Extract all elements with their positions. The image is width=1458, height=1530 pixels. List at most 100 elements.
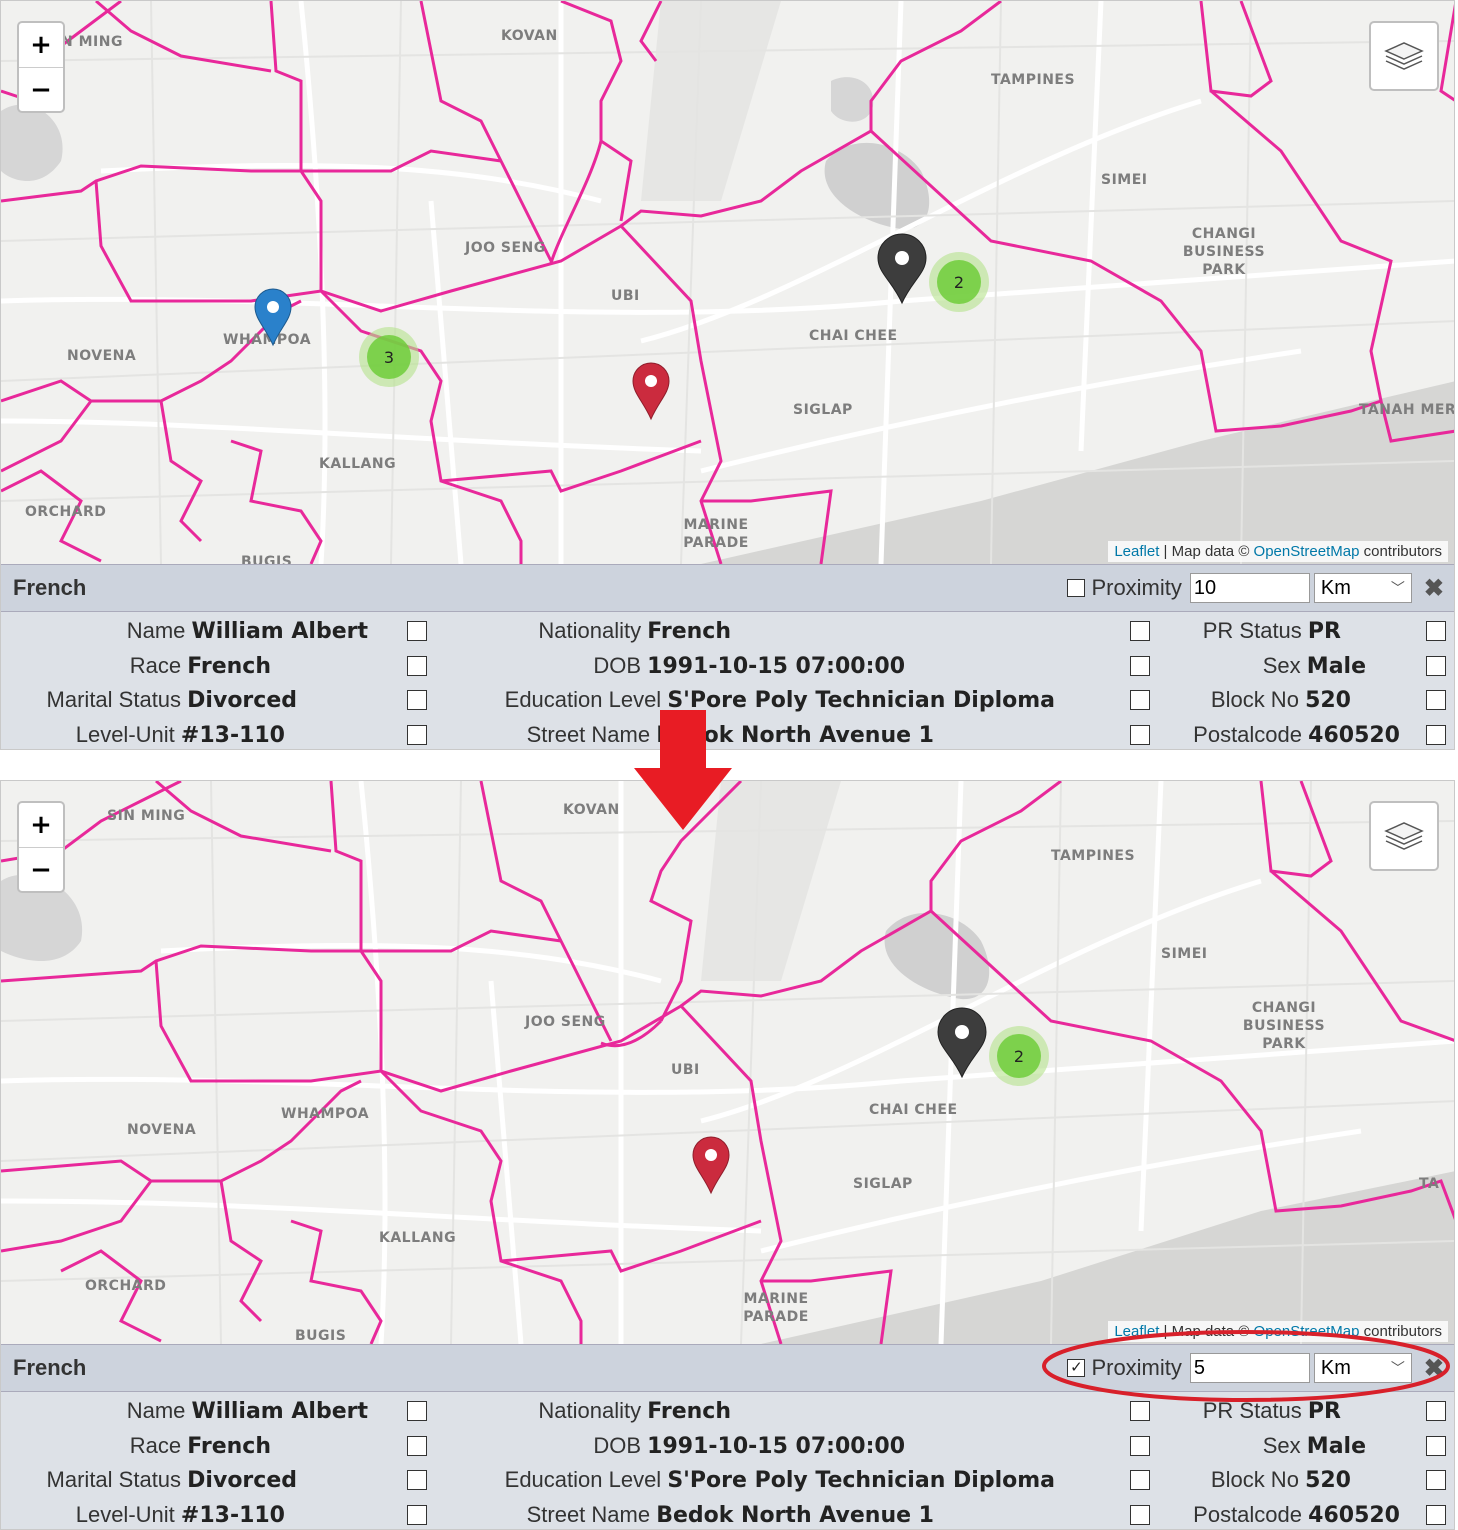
zoom-out-button[interactable]: − — [19, 68, 63, 112]
zoom-control: + − — [17, 21, 65, 113]
attribution-tail: contributors — [1359, 543, 1442, 560]
field-level-unit: Level-Unit #13-110 — [75, 722, 285, 748]
map-marker-icon[interactable] — [253, 287, 293, 347]
field-checkbox[interactable] — [1426, 656, 1446, 676]
field-checkbox[interactable] — [1130, 1470, 1150, 1490]
place-label: CHAI CHEE — [869, 1102, 958, 1118]
map-base-layer — [1, 1, 1454, 564]
field-checkbox[interactable] — [1426, 621, 1446, 641]
map-marker-icon[interactable] — [936, 1007, 988, 1079]
cluster-count: 2 — [937, 260, 981, 304]
marker-cluster[interactable]: 2 — [929, 252, 989, 312]
place-label: SIMEI — [1161, 946, 1208, 962]
field-checkbox[interactable] — [407, 690, 427, 710]
field-checkbox[interactable] — [1130, 1505, 1150, 1525]
place-label: JOO SENG — [465, 240, 546, 256]
person-fields: Name William Albert Nationality French P… — [1, 1392, 1454, 1529]
proximity-input[interactable]: 10 — [1189, 573, 1310, 603]
place-label: SIGLAP — [853, 1176, 913, 1192]
proximity-control: Proximity 10 Km ﹀ ✖ — [1067, 573, 1444, 603]
field-checkbox[interactable] — [1130, 621, 1150, 641]
filter-title: French — [13, 575, 87, 600]
zoom-out-button[interactable]: − — [19, 848, 63, 892]
proximity-checkbox[interactable] — [1067, 579, 1086, 597]
field-nationality: Nationality French — [538, 618, 731, 644]
field-checkbox[interactable] — [1426, 725, 1446, 745]
place-label: NOVENA — [67, 348, 137, 364]
field-race: Race French — [129, 1433, 271, 1459]
down-arrow-icon — [634, 710, 732, 830]
place-label: ORCHARD — [25, 504, 107, 520]
layers-button[interactable] — [1369, 801, 1439, 871]
place-label: NOVENA — [127, 1122, 197, 1138]
zoom-in-button[interactable]: + — [19, 23, 63, 68]
map-marker-icon[interactable] — [876, 233, 928, 305]
marker-cluster[interactable]: 3 — [359, 327, 419, 387]
place-label: MARINE PARADE — [683, 517, 749, 551]
field-level-unit: Level-Unit #13-110 — [75, 1502, 285, 1528]
field-checkbox[interactable] — [407, 1470, 427, 1490]
field-checkbox[interactable] — [407, 1436, 427, 1456]
field-checkbox[interactable] — [407, 725, 427, 745]
field-checkbox[interactable] — [407, 621, 427, 641]
layers-icon — [1384, 822, 1424, 850]
field-checkbox[interactable] — [407, 1505, 427, 1525]
place-label: SIMEI — [1101, 172, 1148, 188]
place-label: ORCHARD — [85, 1278, 167, 1294]
unit-select[interactable]: Km ﹀ — [1313, 573, 1412, 603]
place-label: TAMPINES — [991, 72, 1076, 88]
field-nationality: Nationality French — [538, 1398, 731, 1424]
field-block-no: Block No 520 — [1210, 1467, 1351, 1493]
filter-title: French — [13, 1355, 87, 1380]
unit-value: Km — [1320, 577, 1351, 599]
field-checkbox[interactable] — [1426, 690, 1446, 710]
place-label: MARINE PARADE — [743, 1291, 809, 1325]
place-label: UBI — [671, 1062, 700, 1078]
zoom-in-button[interactable]: + — [19, 803, 63, 848]
place-label: BUGIS — [241, 554, 293, 564]
field-checkbox[interactable] — [1426, 1436, 1446, 1456]
place-label: CHANGI BUSINESS PARK — [1182, 226, 1266, 278]
field-checkbox[interactable] — [1426, 1470, 1446, 1490]
place-label: KOVAN — [563, 802, 620, 818]
field-checkbox[interactable] — [1130, 690, 1150, 710]
zoom-control: + − — [17, 801, 65, 893]
map-view[interactable]: N MING KOVAN TAMPINES SIMEI CHANGI BUSIN… — [1, 1, 1454, 564]
field-sex: Sex Male — [1262, 653, 1366, 679]
place-label: CHANGI BUSINESS PARK — [1242, 1000, 1326, 1052]
field-postalcode: Postalcode 460520 — [1193, 722, 1400, 748]
map-base-layer — [1, 781, 1454, 1344]
chevron-down-icon: ﹀ — [1390, 580, 1405, 596]
place-label: TANAH MERA — [1359, 402, 1454, 418]
place-label: KALLANG — [379, 1230, 457, 1246]
map-view[interactable]: SIN MING KOVAN TAMPINES SIMEI CHANGI BUS… — [1, 781, 1454, 1344]
map-panel-after: SIN MING KOVAN TAMPINES SIMEI CHANGI BUS… — [0, 780, 1455, 1530]
map-marker-icon[interactable] — [631, 361, 671, 421]
field-checkbox[interactable] — [1426, 1505, 1446, 1525]
close-icon[interactable]: ✖ — [1424, 574, 1444, 603]
field-checkbox[interactable] — [1130, 1436, 1150, 1456]
field-checkbox[interactable] — [1426, 1401, 1446, 1421]
field-block-no: Block No 520 — [1210, 687, 1351, 713]
field-education-level: Education Level S'Pore Poly Technician D… — [504, 1467, 1055, 1493]
field-checkbox[interactable] — [407, 1401, 427, 1421]
map-marker-icon[interactable] — [691, 1135, 731, 1195]
place-label: BUGIS — [295, 1328, 347, 1344]
marker-cluster[interactable]: 2 — [989, 1026, 1049, 1086]
leaflet-link[interactable]: Leaflet — [1114, 543, 1159, 560]
field-checkbox[interactable] — [1130, 1401, 1150, 1421]
field-checkbox[interactable] — [1130, 725, 1150, 745]
map-attribution: Leaflet | Map data © OpenStreetMap contr… — [1108, 541, 1448, 562]
place-label: JOO SENG — [525, 1014, 606, 1030]
field-checkbox[interactable] — [407, 656, 427, 676]
osm-link[interactable]: OpenStreetMap — [1254, 543, 1360, 560]
field-marital-status: Marital Status Divorced — [46, 1467, 297, 1493]
place-label: TA — [1419, 1176, 1440, 1192]
field-checkbox[interactable] — [1130, 656, 1150, 676]
field-pr-status: PR Status PR — [1202, 618, 1341, 644]
place-label: WHAMPOA — [281, 1106, 370, 1122]
field-name: Name William Albert — [126, 1398, 368, 1424]
place-label: SIGLAP — [793, 402, 853, 418]
layers-button[interactable] — [1369, 21, 1439, 91]
highlight-ellipse — [1042, 1330, 1450, 1402]
